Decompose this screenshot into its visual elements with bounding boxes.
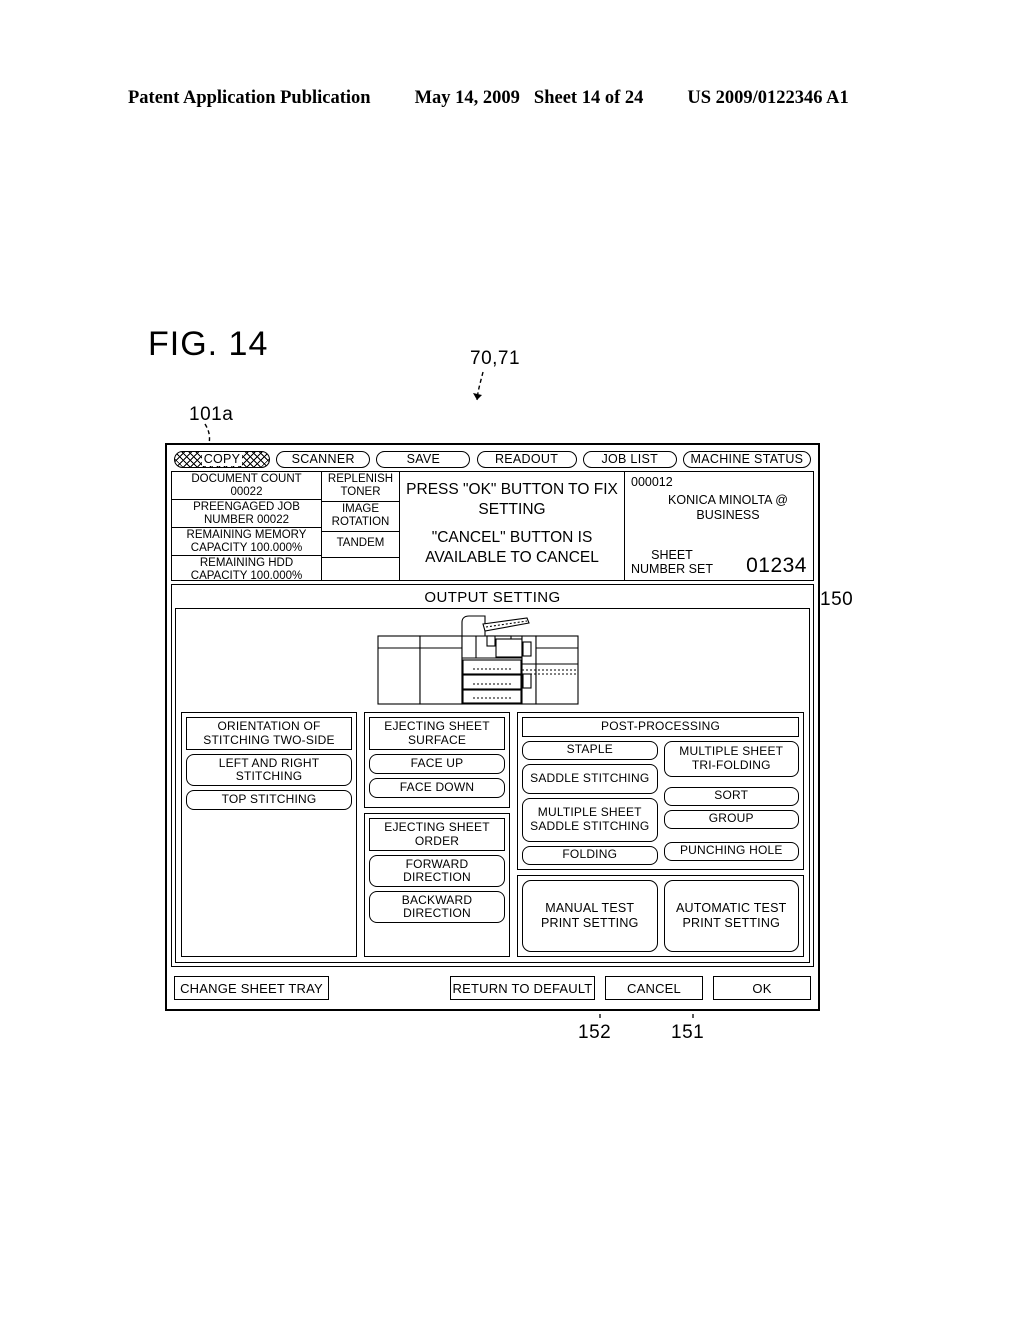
status-strip: DOCUMENT COUNT 00022 PREENGAGED JOB NUMB… (171, 471, 814, 583)
button-ok[interactable]: OK (713, 976, 811, 1000)
output-setting-title: OUTPUT SETTING (424, 589, 561, 606)
action-bar: CHANGE SHEET TRAY RETURN TO DEFAULT CANC… (171, 971, 814, 1005)
counter-remaining-memory-value: CAPACITY 100.000% (190, 542, 303, 554)
post-processing-group: POST-PROCESSING STAPLE SADDLE STITCHING … (517, 712, 804, 870)
button-saddle-stitching[interactable]: SADDLE STITCHING (522, 763, 658, 794)
publication-sheet: Sheet 14 of 24 (533, 88, 644, 108)
button-multiple-sheet-tri-folding[interactable]: MULTIPLE SHEET TRI-FOLDING (663, 740, 799, 777)
status-modes: REPLENISH TONER IMAGE ROTATION TANDEM (322, 472, 400, 580)
counter-document-count: DOCUMENT COUNT 00022 (172, 472, 321, 500)
ejecting-sheet-groups: EJECTING SHEET SURFACE FACE UP FACE DOWN… (364, 712, 510, 957)
mode-image-rotation: IMAGE ROTATION (322, 502, 399, 532)
test-print-group: MANUAL TEST PRINT SETTING AUTOMATIC TEST… (517, 874, 804, 957)
brand-name-line2: BUSINESS (696, 508, 760, 522)
reference-numeral-cancel: 152 (578, 1022, 612, 1043)
mode-empty (322, 558, 399, 580)
brand-name: KONICA MINOLTA @ BUSINESS (631, 493, 807, 523)
tab-save[interactable]: SAVE (376, 450, 471, 468)
button-face-up[interactable]: FACE UP (369, 754, 505, 774)
tab-scanner[interactable]: SCANNER (276, 450, 371, 468)
post-processing-header: POST-PROCESSING (522, 717, 799, 737)
ejecting-sheet-order-group: EJECTING SHEET ORDER FORWARD DIRECTION B… (364, 813, 510, 957)
output-setting-dialog: OUTPUT SETTING ORIENTATION OF STITCHING … (171, 584, 814, 967)
printer-illustration (181, 614, 804, 706)
button-group[interactable]: GROUP (663, 809, 799, 829)
button-manual-test-print-setting[interactable]: MANUAL TEST PRINT SETTING (522, 879, 658, 952)
post-processing-column-right: MULTIPLE SHEET TRI-FOLDING SORT GROUP PU… (663, 740, 799, 865)
counter-preengaged-job-value: NUMBER 00022 (203, 514, 289, 526)
figure-label: FIG. 14 (148, 325, 269, 363)
status-brand-panel: 000012 KONICA MINOLTA @ BUSINESS SHEET N… (625, 472, 813, 580)
publication-date: May 14, 2009 (414, 88, 520, 108)
reference-numeral-display: 101a (189, 404, 234, 425)
sheet-number-value: 01234 (746, 554, 807, 577)
button-backward-direction[interactable]: BACKWARD DIRECTION (369, 891, 505, 923)
button-return-to-default[interactable]: RETURN TO DEFAULT (450, 976, 595, 1000)
mode-replenish-toner: REPLENISH TONER (322, 472, 399, 502)
tab-readout[interactable]: READOUT (476, 450, 577, 468)
action-bar-right-group: RETURN TO DEFAULT CANCEL OK (450, 976, 811, 1000)
stitching-orientation-group: ORIENTATION OF STITCHING TWO-SIDE LEFT A… (181, 712, 357, 957)
output-setting-body: ORIENTATION OF STITCHING TWO-SIDE LEFT A… (175, 608, 810, 963)
counter-document-count-label: DOCUMENT COUNT (191, 473, 302, 485)
sheet-number-row: SHEET NUMBER SET 01234 (631, 548, 807, 576)
button-staple[interactable]: STAPLE (522, 740, 658, 760)
stitching-orientation-header: ORIENTATION OF STITCHING TWO-SIDE (186, 717, 352, 750)
ejecting-sheet-order-stack: EJECTING SHEET ORDER FORWARD DIRECTION B… (369, 818, 505, 923)
tab-copy[interactable]: COPY (174, 450, 270, 468)
button-sort[interactable]: SORT (663, 786, 799, 806)
status-message-line3: "CANCEL" BUTTON IS (431, 529, 593, 546)
counter-remaining-memory: REMAINING MEMORY CAPACITY 100.000% (172, 528, 321, 556)
tab-machine-status[interactable]: MACHINE STATUS (682, 450, 811, 468)
reference-numeral-operation-panel: 70,71 (470, 348, 521, 369)
post-processing-groups: POST-PROCESSING STAPLE SADDLE STITCHING … (517, 712, 804, 957)
status-message-line2: SETTING (478, 501, 546, 518)
reference-numeral-ok: 151 (671, 1022, 705, 1043)
ejecting-sheet-surface-header: EJECTING SHEET SURFACE (369, 717, 505, 750)
publication-number: US 2009/0122346 A1 (687, 88, 849, 108)
tab-bar: COPY SCANNER SAVE READOUT JOB LIST MACHI… (171, 449, 814, 469)
status-message-gap (406, 520, 618, 528)
printer-icon (376, 615, 579, 705)
tab-job-list[interactable]: JOB LIST (582, 450, 677, 468)
button-automatic-test-print-setting[interactable]: AUTOMATIC TEST PRINT SETTING (663, 879, 799, 952)
counter-preengaged-job: PREENGAGED JOB NUMBER 00022 (172, 500, 321, 528)
post-processing-column-left: STAPLE SADDLE STITCHING MULTIPLE SHEET S… (522, 740, 658, 865)
button-left-and-right-stitching[interactable]: LEFT AND RIGHT STITCHING (186, 754, 352, 786)
counter-document-count-value: 00022 (230, 486, 263, 498)
counter-preengaged-job-label: PREENGAGED JOB (193, 501, 300, 513)
status-counters: DOCUMENT COUNT 00022 PREENGAGED JOB NUMB… (172, 472, 322, 583)
status-message: PRESS "OK" BUTTON TO FIX SETTING "CANCEL… (400, 472, 625, 580)
publication-title: Patent Application Publication (128, 88, 371, 108)
counter-remaining-hdd: REMAINING HDD CAPACITY 100.000% (172, 556, 321, 583)
operation-panel-display: COPY SCANNER SAVE READOUT JOB LIST MACHI… (165, 443, 820, 1011)
output-setting-columns: ORIENTATION OF STITCHING TWO-SIDE LEFT A… (181, 712, 804, 957)
counter-remaining-memory-label: REMAINING MEMORY (186, 529, 307, 541)
button-top-stitching[interactable]: TOP STITCHING (186, 790, 352, 810)
button-forward-direction[interactable]: FORWARD DIRECTION (369, 855, 505, 887)
button-cancel[interactable]: CANCEL (605, 976, 703, 1000)
job-number: 000012 (631, 475, 673, 489)
ejecting-sheet-surface-group: EJECTING SHEET SURFACE FACE UP FACE DOWN (364, 712, 510, 808)
mode-tandem: TANDEM (322, 532, 399, 558)
counter-remaining-hdd-value: CAPACITY 100.000% (190, 570, 303, 582)
ejecting-sheet-surface-stack: EJECTING SHEET SURFACE FACE UP FACE DOWN (369, 717, 505, 798)
button-folding[interactable]: FOLDING (522, 845, 658, 865)
button-punching-hole[interactable]: PUNCHING HOLE (663, 841, 799, 861)
counter-remaining-hdd-label: REMAINING HDD (199, 557, 294, 569)
ejecting-sheet-order-header: EJECTING SHEET ORDER (369, 818, 505, 851)
status-message-line4: AVAILABLE TO CANCEL (425, 549, 599, 566)
post-processing-grid: STAPLE SADDLE STITCHING MULTIPLE SHEET S… (522, 740, 799, 865)
brand-name-line1: KONICA MINOLTA @ (668, 493, 788, 507)
button-change-sheet-tray[interactable]: CHANGE SHEET TRAY (174, 976, 329, 1000)
sheet-number-label: SHEET NUMBER SET (631, 548, 713, 576)
button-multiple-sheet-saddle-stitching[interactable]: MULTIPLE SHEET SADDLE STITCHING (522, 797, 658, 842)
status-message-line1: PRESS "OK" BUTTON TO FIX (406, 481, 618, 498)
stitching-orientation-stack: ORIENTATION OF STITCHING TWO-SIDE LEFT A… (186, 717, 352, 810)
reference-numeral-dialog: 150 (820, 589, 854, 610)
publication-header: Patent Application Publication May 14, 2… (128, 88, 896, 109)
button-face-down[interactable]: FACE DOWN (369, 778, 505, 798)
tab-copy-label: COPY (201, 451, 243, 466)
